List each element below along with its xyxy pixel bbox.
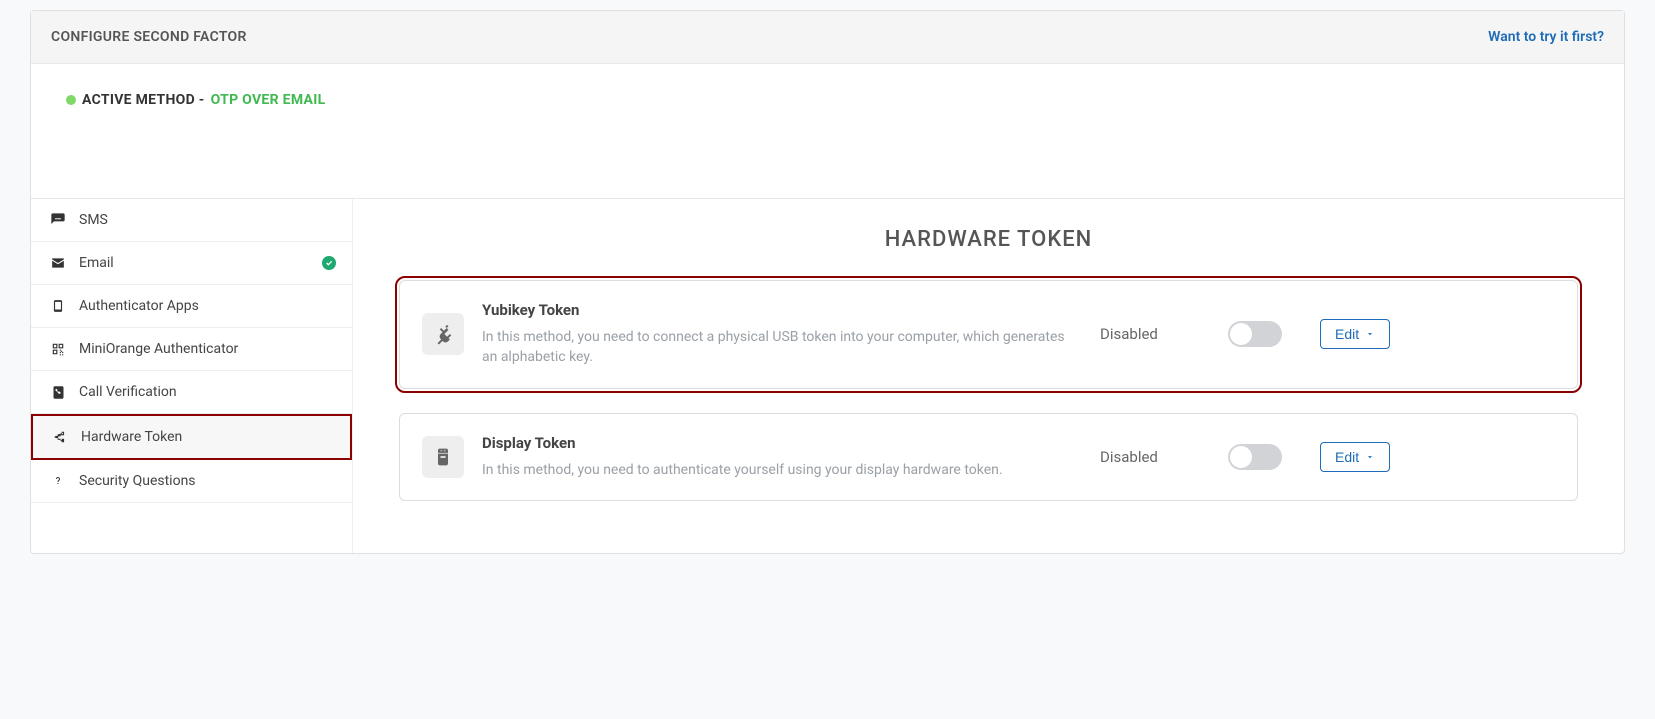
card-title: Yubikey Token	[482, 301, 1082, 319]
enable-toggle[interactable]	[1228, 444, 1282, 470]
sms-icon	[49, 212, 67, 228]
active-method-row: ACTIVE METHOD - OTP OVER EMAIL	[66, 92, 1589, 108]
usb-icon	[51, 429, 69, 445]
call-icon	[49, 384, 67, 400]
sidebar-item-miniorange[interactable]: MiniOrange Authenticator	[31, 328, 352, 371]
enable-toggle[interactable]	[1228, 321, 1282, 347]
edit-button-label: Edit	[1335, 326, 1359, 342]
qr-icon	[49, 341, 67, 357]
status-label: Disabled	[1100, 325, 1170, 343]
active-method-value: OTP OVER EMAIL	[211, 92, 326, 108]
status-dot-icon	[66, 95, 76, 105]
sidebar-item-label: SMS	[79, 212, 108, 228]
sidebar: SMS Email Authenticator Apps	[31, 199, 353, 553]
edit-button[interactable]: Edit	[1320, 319, 1390, 349]
card-text: Yubikey Token In this method, you need t…	[482, 301, 1082, 368]
main-title: HARDWARE TOKEN	[399, 227, 1578, 252]
sidebar-item-hardware-token[interactable]: Hardware Token	[31, 414, 352, 460]
body-row: SMS Email Authenticator Apps	[31, 199, 1624, 553]
card-title: Display Token	[482, 434, 1082, 452]
sidebar-item-label: Email	[79, 255, 114, 271]
sidebar-item-security-questions[interactable]: Security Questions	[31, 460, 352, 503]
token-card-display: Display Token In this method, you need t…	[399, 413, 1578, 501]
panel-title: CONFIGURE SECOND FACTOR	[51, 29, 247, 45]
main-content: HARDWARE TOKEN Yubikey Token In this met…	[353, 199, 1624, 553]
chevron-down-icon	[1365, 329, 1375, 339]
active-method-section: ACTIVE METHOD - OTP OVER EMAIL	[31, 64, 1624, 199]
edit-button-label: Edit	[1335, 449, 1359, 465]
sidebar-item-label: Call Verification	[79, 384, 177, 400]
sidebar-item-label: Authenticator Apps	[79, 298, 199, 314]
plug-icon	[422, 313, 464, 355]
card-text: Display Token In this method, you need t…	[482, 434, 1082, 480]
toggle-knob	[1230, 446, 1252, 468]
sidebar-item-auth-apps[interactable]: Authenticator Apps	[31, 285, 352, 328]
card-description: In this method, you need to authenticate…	[482, 460, 1082, 480]
sidebar-item-label: MiniOrange Authenticator	[79, 341, 238, 357]
phone-icon	[49, 298, 67, 314]
sidebar-item-label: Security Questions	[79, 473, 196, 489]
card-description: In this method, you need to connect a ph…	[482, 327, 1082, 368]
sidebar-item-call[interactable]: Call Verification	[31, 371, 352, 414]
sidebar-item-label: Hardware Token	[81, 429, 182, 445]
toggle-knob	[1230, 323, 1252, 345]
try-first-link[interactable]: Want to try it first?	[1488, 29, 1604, 45]
sidebar-item-email[interactable]: Email	[31, 242, 352, 285]
token-card-yubikey: Yubikey Token In this method, you need t…	[399, 280, 1578, 389]
email-icon	[49, 255, 67, 271]
device-icon	[422, 436, 464, 478]
settings-panel: CONFIGURE SECOND FACTOR Want to try it f…	[30, 10, 1625, 554]
status-label: Disabled	[1100, 448, 1170, 466]
edit-button[interactable]: Edit	[1320, 442, 1390, 472]
question-icon	[49, 473, 67, 489]
sidebar-item-sms[interactable]: SMS	[31, 199, 352, 242]
check-icon	[322, 256, 336, 270]
active-method-prefix: ACTIVE METHOD -	[82, 92, 205, 108]
chevron-down-icon	[1365, 452, 1375, 462]
panel-header: CONFIGURE SECOND FACTOR Want to try it f…	[31, 11, 1624, 64]
